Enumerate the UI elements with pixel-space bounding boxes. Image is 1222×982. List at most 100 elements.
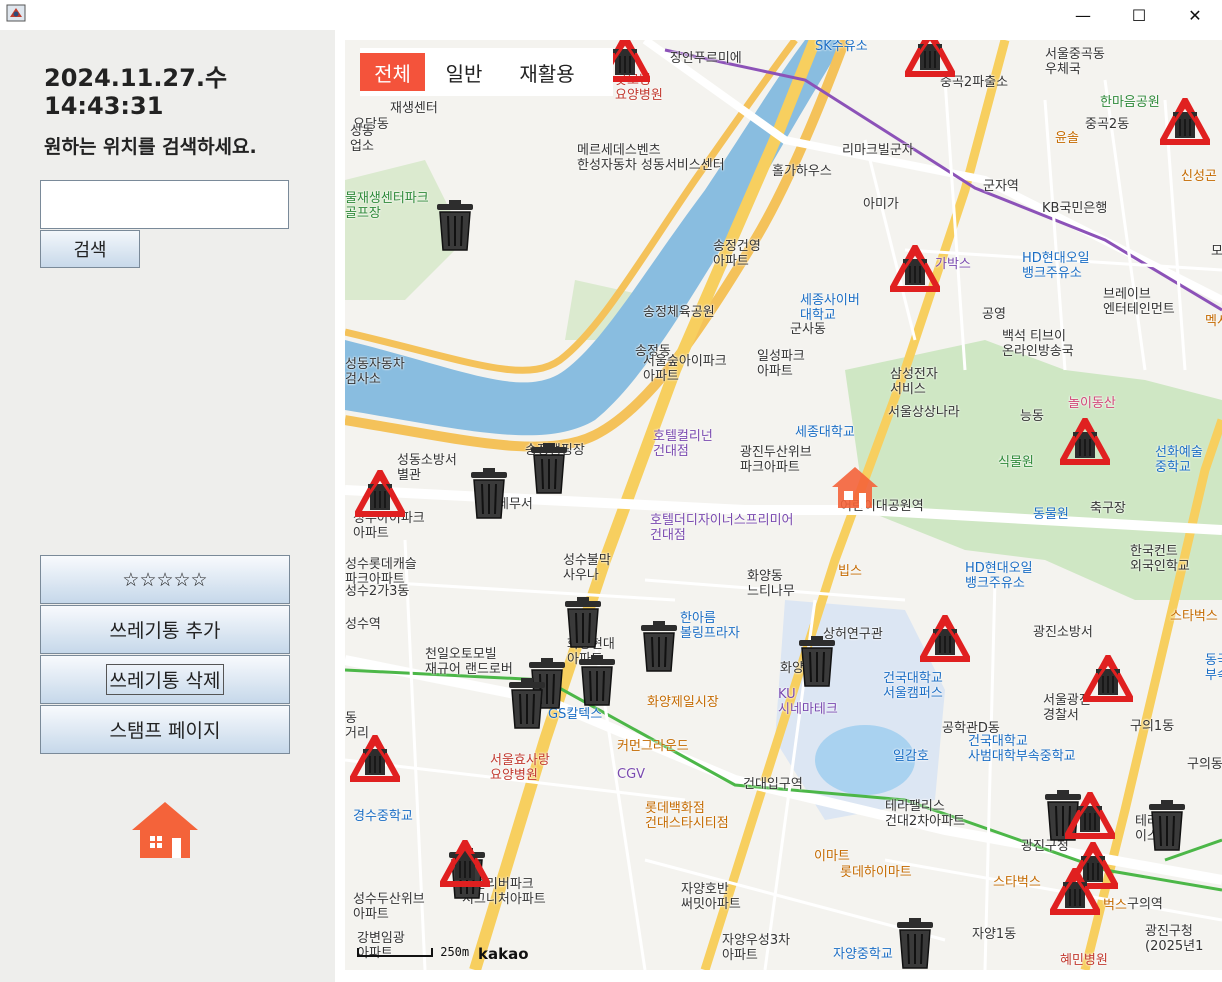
map-place-label[interactable]: 세종사이버 대학교 (800, 293, 860, 324)
maximize-button[interactable]: ☐ (1116, 0, 1162, 30)
general-trash-can-marker-icon[interactable] (893, 918, 937, 970)
map-place-label[interactable]: 혜민병원 (1060, 953, 1108, 969)
map-place-label[interactable]: 롯데백화점 건대스타시티점 (645, 801, 729, 832)
add-trash-can-button[interactable]: 쓰레기통 추가 (40, 605, 290, 654)
map-place-label[interactable]: 송정체육공원 (643, 305, 715, 321)
map-place-label[interactable]: 건국대학교 서울캠퍼스 (883, 671, 943, 702)
map-place-label[interactable]: 광진두산위브 파크아파트 (740, 445, 812, 476)
map-place-label[interactable]: 식물원 (998, 455, 1034, 471)
map-place-label[interactable]: 광진구청 (1021, 839, 1069, 855)
map-place-label[interactable]: 능동 (1020, 409, 1044, 425)
recycle-bin-marker-icon[interactable] (1046, 863, 1104, 916)
map-place-label[interactable]: CGV (617, 767, 645, 783)
map-place-label[interactable]: 성동소방서 별관 (397, 453, 457, 484)
map-place-label[interactable]: 군사동 (790, 322, 826, 338)
map-place-label[interactable]: 자양호반 써밋아파트 (681, 882, 741, 913)
general-trash-can-marker-icon[interactable] (575, 655, 619, 707)
close-button[interactable]: ✕ (1172, 0, 1218, 30)
map-place-label[interactable]: 스타벅스 (993, 875, 1041, 891)
map-place-label[interactable]: 군자역 (983, 179, 1019, 195)
map-place-label[interactable]: 중곡2동 (1085, 117, 1129, 133)
general-trash-can-marker-icon[interactable] (467, 468, 511, 520)
map-place-label[interactable]: 커먼그라운드 (617, 739, 689, 755)
map-place-label[interactable]: 서울상상나라 (888, 405, 960, 421)
map-place-label[interactable]: 건대입구역 (743, 777, 803, 793)
map-place-label[interactable]: 성수역 (345, 617, 381, 633)
current-location-home-icon[interactable] (830, 465, 880, 510)
map-place-label[interactable]: 장안푸르미에 (670, 51, 742, 67)
general-trash-can-marker-icon[interactable] (505, 678, 549, 730)
map-place-label[interactable]: 한마음공원 (1100, 95, 1160, 111)
map-place-label[interactable]: 놀이동산 (1068, 396, 1116, 412)
map-place-label[interactable]: 신성곤 (1181, 169, 1217, 185)
recycle-bin-marker-icon[interactable] (916, 610, 974, 663)
map-place-label[interactable]: 윤솔 (1055, 131, 1079, 147)
map-place-label[interactable]: 브레이브 엔터테인먼트 (1103, 287, 1175, 318)
map-place-label[interactable]: 롯데하이마트 (840, 865, 912, 881)
map-place-label[interactable]: 테라팰리스 건대2차아파트 (885, 799, 965, 830)
location-search-input[interactable] (40, 180, 289, 229)
map-place-label[interactable]: 성수2가3동 (345, 584, 409, 600)
map-place-label[interactable]: 공영 (982, 307, 1006, 323)
map-place-label[interactable]: 구의1동 (1130, 719, 1174, 735)
map-place-label[interactable]: 한아름 볼링프라자 (680, 611, 740, 642)
map-place-label[interactable]: 자양우성3차 아파트 (722, 933, 790, 964)
map-place-label[interactable]: 호텔더디자이너스프리미어 건대점 (650, 513, 794, 544)
map-place-label[interactable]: 세종대학교 (795, 425, 855, 441)
map-place-label[interactable]: 메르세데스벤츠 한성자동차 성동서비스센터 (577, 143, 725, 174)
recycle-bin-marker-icon[interactable] (1061, 787, 1119, 840)
map-place-label[interactable]: 자양1동 (972, 927, 1016, 943)
map-place-label[interactable]: 송정건영 아파트 (713, 239, 761, 270)
map-place-label[interactable]: 중곡2파출소 (940, 75, 1008, 91)
general-trash-can-marker-icon[interactable] (433, 200, 477, 252)
map-place-label[interactable]: HD현대오일 뱅크주유소 (965, 561, 1033, 592)
general-trash-can-marker-icon[interactable] (1145, 800, 1189, 852)
map-place-label[interactable]: 빕스 (838, 564, 862, 580)
map-place-label[interactable]: 재생센터 (390, 101, 438, 117)
recycle-bin-marker-icon[interactable] (436, 835, 494, 888)
general-trash-can-marker-icon[interactable] (527, 443, 571, 495)
map-place-label[interactable]: SK수유소 (815, 40, 868, 55)
map-place-label[interactable]: 이마트 (814, 849, 850, 865)
map-place-label[interactable]: 선화예술 중학교 (1155, 445, 1203, 476)
map-place-label[interactable]: 일성파크 아파트 (757, 349, 805, 380)
recycle-bin-marker-icon[interactable] (1156, 93, 1214, 146)
map-place-label[interactable]: 리마크빌군자 (842, 143, 914, 159)
recycle-bin-marker-icon[interactable] (346, 730, 404, 783)
map-place-label[interactable]: KB국민은행 (1042, 201, 1107, 217)
map-place-label[interactable]: 자양중학교 (833, 947, 893, 963)
map-place-label[interactable]: 서울중곡동 우체국 (1045, 47, 1105, 78)
map-place-label[interactable]: 구의역 (1127, 897, 1163, 913)
delete-trash-can-button[interactable]: 쓰레기통 삭제 (40, 655, 290, 704)
general-trash-can-marker-icon[interactable] (795, 636, 839, 688)
recycle-bin-marker-icon[interactable] (351, 465, 409, 518)
map-place-label[interactable]: 서울숲아이파크 아파트 (643, 354, 727, 385)
map-place-label[interactable]: 광진소방서 (1033, 625, 1093, 641)
rating-button[interactable]: ☆☆☆☆☆ (40, 555, 290, 604)
filter-tab-general[interactable]: 일반 (425, 53, 503, 91)
map-place-label[interactable]: 벅스 (1103, 898, 1127, 914)
stamp-page-button[interactable]: 스탬프 페이지 (40, 705, 290, 754)
map-place-label[interactable]: 아미가 (863, 197, 899, 213)
map-place-label[interactable]: 천일오토모빌 재규어 랜드로버 (425, 647, 513, 678)
minimize-button[interactable]: — (1060, 0, 1106, 30)
map-place-label[interactable]: 광진구청 (2025년1 (1145, 924, 1203, 955)
map-place-label[interactable]: 모 (1211, 244, 1222, 260)
map-place-label[interactable]: 축구장 (1090, 501, 1126, 517)
map-place-label[interactable]: KU 시네마테크 (778, 687, 838, 718)
map-place-label[interactable]: 경수중학교 (353, 809, 413, 825)
map-place-label[interactable]: 화양제일시장 (647, 695, 719, 711)
map-place-label[interactable]: 일감호 (893, 749, 929, 765)
map-place-label[interactable]: 가박스 (935, 257, 971, 273)
map-place-label[interactable]: 한국컨트 외국인학교 (1130, 544, 1190, 575)
map-place-label[interactable]: 동물원 (1033, 507, 1069, 523)
map-place-label[interactable]: 백석 티브이 온라인방송국 (1002, 329, 1074, 360)
map-place-label[interactable]: 성수불막 사우나 (563, 553, 611, 584)
map-place-label[interactable]: 삼성전자 서비스 (890, 367, 938, 398)
map-place-label[interactable]: 성수두산위브 아파트 (353, 892, 425, 923)
recycle-bin-marker-icon[interactable] (1079, 650, 1137, 703)
map-place-label[interactable]: 물재생센터파크 골프장 (345, 191, 429, 222)
map-view[interactable]: SK수유소 장안푸르미에 서울중곡동 우체국 굿모닝 요양병원 중곡2파출소 한마음공원 재… (345, 40, 1222, 970)
map-place-label[interactable]: 화양동 느티나무 (747, 569, 795, 600)
map-place-label[interactable]: 멕시 (1205, 314, 1222, 330)
